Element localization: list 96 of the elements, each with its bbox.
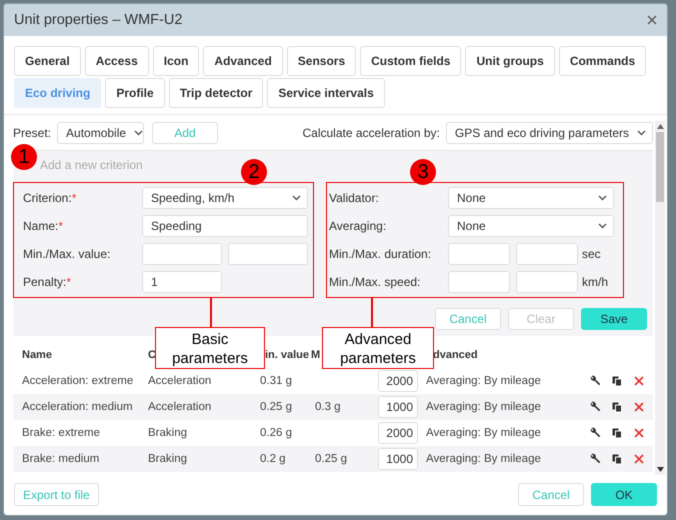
scroll-up-icon (656, 124, 664, 129)
table-cell-text: Averaging: By mileage (426, 375, 542, 387)
tab[interactable]: Access (84, 46, 149, 76)
field-label: Min./Max. duration: (329, 247, 432, 261)
dropdown-value: Automobile (66, 126, 126, 140)
field-label: Averaging: (329, 219, 388, 233)
delete-icon[interactable] (633, 401, 645, 413)
input-field[interactable] (142, 243, 222, 265)
tab[interactable]: Unit groups (465, 46, 555, 76)
input-field[interactable] (228, 243, 308, 265)
tab[interactable]: Commands (558, 46, 646, 76)
chevron-icon (134, 130, 144, 136)
penalty-field[interactable]: 1000 (378, 396, 418, 418)
unit-label: sec (582, 247, 601, 261)
tab[interactable]: Icon (152, 46, 200, 76)
window-title: Unit properties – WMF-U2 (14, 12, 182, 28)
column-header: C (148, 349, 156, 361)
table-cell-text: Averaging: By mileage (426, 401, 542, 413)
field-label: Criterion:* (23, 191, 78, 205)
delete-icon[interactable] (633, 427, 645, 439)
table-cell-text: Brake: extreme (22, 427, 101, 439)
copy-icon[interactable] (611, 427, 623, 439)
dropdown-value: Speeding, km/h (151, 191, 234, 205)
dropdown-value: None (457, 191, 486, 205)
tab[interactable]: Custom fields (360, 46, 462, 76)
dropdown-value: GPS and eco driving parameters (454, 126, 629, 140)
table-cell-text: 0.25 g (315, 453, 348, 465)
input-field[interactable] (448, 271, 510, 293)
field-label: Name:* (23, 219, 64, 233)
table-cell-text: Averaging: By mileage (426, 427, 542, 439)
tab[interactable]: Advanced (203, 46, 283, 76)
input-field[interactable]: 1 (142, 271, 222, 293)
wrench-icon[interactable] (589, 453, 601, 465)
table-cell-text: Braking (148, 453, 188, 465)
tab[interactable]: General (14, 46, 81, 76)
input-field[interactable] (516, 243, 578, 265)
callout-label: Advanced parameters (322, 327, 434, 369)
close-icon[interactable] (647, 15, 657, 25)
acceleration-dropdown[interactable]: GPS and eco driving parameters (446, 122, 653, 144)
delete-icon[interactable] (633, 375, 645, 387)
callout-label: Basic parameters (155, 327, 265, 369)
copy-icon[interactable] (611, 401, 623, 413)
ok-button[interactable]: OK (591, 483, 657, 506)
field-label: Min./Max. speed: (329, 275, 422, 289)
criterion-input[interactable]: Add a new criterion (40, 151, 230, 179)
wrench-icon[interactable] (589, 375, 601, 387)
penalty-field[interactable]: 1000 (378, 448, 418, 470)
chevron-icon (292, 195, 301, 201)
wrench-icon[interactable] (589, 427, 601, 439)
input-field[interactable] (516, 271, 578, 293)
input-field[interactable]: Speeding (142, 215, 308, 237)
dropdown[interactable]: Speeding, km/h (142, 187, 308, 209)
table-cell-text: 0.25 g (260, 401, 293, 413)
wrench-icon[interactable] (589, 401, 601, 413)
chevron-icon (598, 223, 607, 229)
dropdown[interactable]: None (448, 215, 614, 237)
column-header: M (311, 349, 320, 361)
field-label: Preset: (13, 126, 52, 140)
field-label: Validator: (329, 191, 380, 205)
table-cell-text: Braking (148, 427, 188, 439)
field-label: Penalty:* (23, 275, 72, 289)
table-cell-text: Acceleration (148, 375, 212, 387)
chevron-icon (598, 195, 607, 201)
table-cell-text: Brake: medium (22, 453, 100, 465)
copy-icon[interactable] (611, 375, 623, 387)
penalty-field[interactable]: 2000 (378, 370, 418, 392)
table-cell-text: 0.31 g (260, 375, 293, 387)
scrollbar[interactable] (655, 121, 665, 475)
table-cell-text: Acceleration: medium (22, 401, 134, 413)
copy-icon[interactable] (611, 453, 623, 465)
tab[interactable]: Profile (105, 78, 165, 108)
table-cell-text: 0.3 g (315, 401, 342, 413)
preset-dropdown[interactable]: Automobile (57, 122, 144, 144)
table-cell-text: Acceleration: extreme (22, 375, 134, 387)
unit-label: km/h (582, 275, 608, 289)
column-header: in. value (264, 349, 310, 361)
table-cell-text: 0.2 g (260, 453, 287, 465)
table-cell-text: Acceleration (148, 401, 212, 413)
field-label: Calculate acceleration by: (302, 126, 440, 140)
scroll-down-icon (656, 467, 664, 472)
scrollbar-thumb[interactable] (656, 132, 664, 202)
input-field[interactable] (448, 243, 510, 265)
tab[interactable]: Sensors (286, 46, 356, 76)
delete-icon[interactable] (633, 453, 645, 465)
tab[interactable]: Service intervals (267, 78, 385, 108)
tab[interactable]: Trip detector (168, 78, 264, 108)
chevron-icon (637, 130, 646, 136)
table-cell-text: 0.26 g (260, 427, 293, 439)
penalty-field[interactable]: 2000 (378, 422, 418, 444)
dropdown[interactable]: None (448, 187, 614, 209)
field-label: Min./Max. value: (23, 247, 112, 261)
form-button[interactable]: Save (581, 308, 647, 330)
table-cell-text: Averaging: By mileage (426, 453, 542, 465)
dropdown-value: None (457, 219, 486, 233)
column-header: dvanced (432, 349, 478, 361)
column-header: Name (22, 349, 52, 361)
